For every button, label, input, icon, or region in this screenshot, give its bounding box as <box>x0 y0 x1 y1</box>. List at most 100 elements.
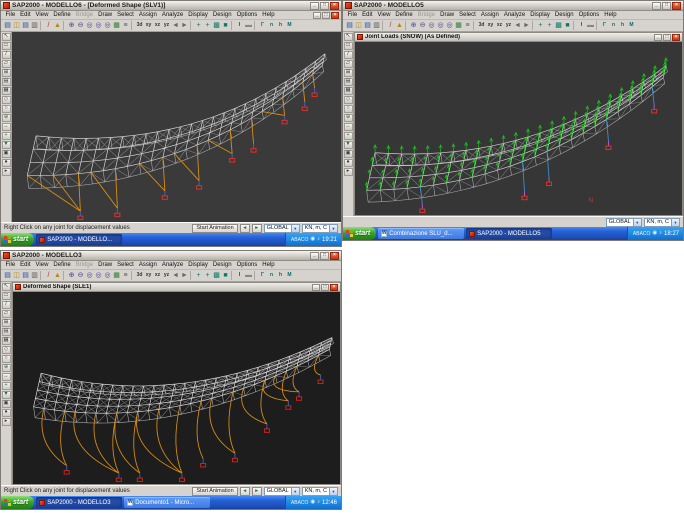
chevron-down-icon[interactable]: ▼ <box>633 219 641 226</box>
title-bar[interactable]: SAP2000 - MODELLO6 - [Deformed Shape (SL… <box>1 1 341 11</box>
toolbar-icon[interactable]: ◄ <box>171 271 180 281</box>
toolbar-icon[interactable]: / <box>44 21 53 31</box>
toolbar-icon[interactable]: ◎ <box>445 21 454 31</box>
menu-item-analyze[interactable]: Analyze <box>501 11 527 20</box>
volume-icon[interactable]: ♪ <box>317 237 320 243</box>
draw-tool-icon[interactable]: ▤ <box>344 78 353 86</box>
draw-tool-icon[interactable]: + <box>2 382 11 390</box>
draw-tool-icon[interactable]: ↖ <box>344 33 353 41</box>
toolbar-icon[interactable]: ▩ <box>554 21 563 31</box>
close-button[interactable]: × <box>672 2 681 10</box>
toolbar-icon[interactable]: h <box>618 21 627 31</box>
toolbar-icon[interactable]: ▤ <box>345 21 354 31</box>
toolbar-icon[interactable]: I <box>577 21 586 31</box>
coord-system-dropdown[interactable]: GLOBAL▼ <box>606 218 642 227</box>
chevron-down-icon[interactable]: ▼ <box>291 488 299 495</box>
draw-tool-icon[interactable]: ▼ <box>2 141 11 149</box>
taskbar-button[interactable]: SAP2000 - MODELLO... <box>36 234 122 245</box>
draw-tool-icon[interactable]: ↔ <box>2 123 11 131</box>
draw-tool-icon[interactable]: ● <box>2 159 11 167</box>
menu-item-assign[interactable]: Assign <box>136 11 159 20</box>
toolbar-icon[interactable]: I <box>235 21 244 31</box>
menu-item-options[interactable]: Options <box>576 11 602 20</box>
toolbar-icon[interactable]: / <box>386 21 395 31</box>
chevron-down-icon[interactable]: ▼ <box>329 225 337 232</box>
child-restore-button[interactable]: □ <box>322 12 330 19</box>
menu-item-help[interactable]: Help <box>260 11 277 20</box>
toolbar-icon[interactable]: ◫ <box>354 21 363 31</box>
toolbar-icon[interactable]: 3d <box>135 21 144 31</box>
toolbar-icon[interactable]: ■ <box>221 21 230 31</box>
toolbar-icon[interactable]: ■ <box>563 21 572 31</box>
toolbar-icon[interactable]: ▩ <box>212 271 221 281</box>
taskbar-button[interactable]: WDocumento1 - Micro... <box>124 497 210 508</box>
toolbar-icon[interactable]: n <box>267 21 276 31</box>
toolbar-icon[interactable]: Γ <box>600 21 609 31</box>
prev-step-button[interactable]: ◄ <box>240 224 250 233</box>
draw-tool-icon[interactable]: ▸ <box>2 168 11 176</box>
toolbar-icon[interactable]: ▥ <box>30 271 39 281</box>
draw-tool-icon[interactable]: ▣ <box>2 150 11 158</box>
start-animation-button[interactable]: Start Animation <box>192 224 237 233</box>
toolbar-icon[interactable]: yz <box>504 21 513 31</box>
toolbar-icon[interactable]: ◫ <box>12 271 21 281</box>
menu-item-analyze[interactable]: Analyze <box>159 11 185 20</box>
draw-tool-icon[interactable]: / <box>2 51 11 59</box>
start-button[interactable]: start <box>1 233 34 246</box>
minimize-button[interactable]: _ <box>310 252 319 260</box>
draw-tool-icon[interactable]: ▣ <box>344 150 353 158</box>
menu-item-options[interactable]: Options <box>234 261 260 270</box>
units-dropdown[interactable]: KN, m, C▼ <box>302 224 338 233</box>
draw-tool-icon[interactable]: ▱ <box>344 60 353 68</box>
toolbar-icon[interactable]: + <box>203 271 212 281</box>
title-bar[interactable]: SAP2000 - MODELLO3 _ □ × <box>1 251 341 261</box>
toolbar-icon[interactable]: xy <box>144 271 153 281</box>
draw-tool-icon[interactable]: ▸ <box>344 168 353 176</box>
toolbar-icon[interactable]: ▦ <box>112 271 121 281</box>
draw-tool-icon[interactable]: ▼ <box>2 391 11 399</box>
draw-tool-icon[interactable]: ▭ <box>2 42 11 50</box>
menu-item-view[interactable]: View <box>375 11 393 20</box>
toolbar-icon[interactable]: M <box>285 271 294 281</box>
toolbar-icon[interactable]: n <box>267 271 276 281</box>
title-bar[interactable]: SAP2000 - MODELLO5 _ □ × <box>343 1 683 11</box>
menu-item-edit[interactable]: Edit <box>360 11 375 20</box>
menu-item-edit[interactable]: Edit <box>18 261 33 270</box>
draw-tool-icon[interactable]: + <box>344 132 353 140</box>
start-button[interactable]: start <box>343 227 376 240</box>
draw-tool-icon[interactable]: ⊞ <box>344 69 353 77</box>
toolbar-icon[interactable]: ⊕ <box>409 21 418 31</box>
toolbar-icon[interactable]: / <box>44 271 53 281</box>
draw-tool-icon[interactable]: ▦ <box>344 87 353 95</box>
child-restore-button[interactable]: □ <box>321 284 329 291</box>
draw-tool-icon[interactable]: ▱ <box>2 310 11 318</box>
toolbar-icon[interactable]: + <box>194 271 203 281</box>
menu-item-file[interactable]: File <box>345 11 360 20</box>
toolbar-icon[interactable]: ≡ <box>463 21 472 31</box>
toolbar-icon[interactable]: 3d <box>135 271 144 281</box>
menu-item-file[interactable]: File <box>3 11 18 20</box>
toolbar-icon[interactable]: ▲ <box>53 21 62 31</box>
menu-item-view[interactable]: View <box>33 261 51 270</box>
tray-status-icon[interactable]: ◉ <box>310 500 315 506</box>
restore-button[interactable]: □ <box>662 2 671 10</box>
menu-item-assign[interactable]: Assign <box>136 261 159 270</box>
toolbar-icon[interactable]: ► <box>180 271 189 281</box>
toolbar-icon[interactable]: ▥ <box>372 21 381 31</box>
draw-tool-icon[interactable]: ▤ <box>2 328 11 336</box>
close-button[interactable]: × <box>330 2 339 10</box>
toolbar-icon[interactable]: ■ <box>221 271 230 281</box>
toolbar-icon[interactable]: ⊖ <box>418 21 427 31</box>
toolbar-icon[interactable]: ◎ <box>94 271 103 281</box>
draw-tool-icon[interactable]: ▭ <box>344 42 353 50</box>
child-minimize-button[interactable]: _ <box>313 12 321 19</box>
toolbar-icon[interactable]: ◄ <box>513 21 522 31</box>
restore-button[interactable]: □ <box>320 2 329 10</box>
toolbar-icon[interactable]: ▬ <box>244 21 253 31</box>
toolbar-icon[interactable]: ◎ <box>436 21 445 31</box>
menu-item-analyze[interactable]: Analyze <box>159 261 185 270</box>
toolbar-icon[interactable]: ◎ <box>103 271 112 281</box>
draw-tool-icon[interactable]: ↔ <box>344 123 353 131</box>
taskbar-button[interactable]: SAP2000 - MODELLO5 <box>466 228 552 239</box>
toolbar-icon[interactable]: ► <box>522 21 531 31</box>
